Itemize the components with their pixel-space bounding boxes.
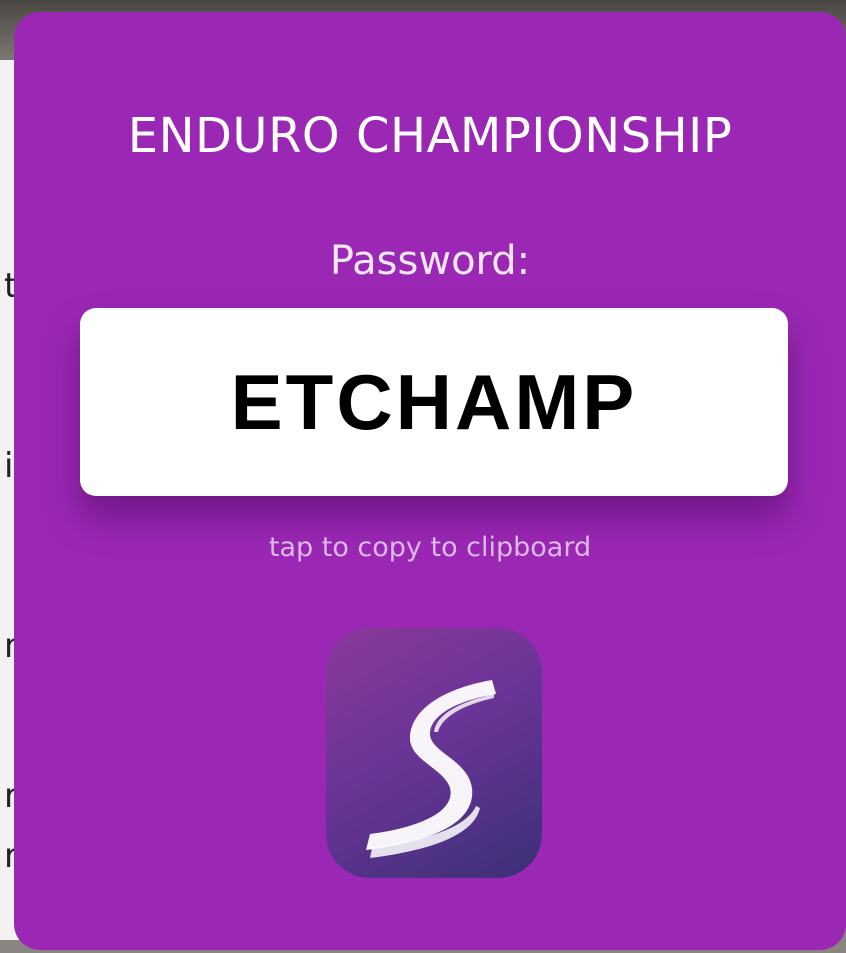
copy-hint-text: tap to copy to clipboard: [268, 532, 592, 563]
s-swoosh-icon: [366, 680, 496, 858]
password-copy-button[interactable]: ETCHAMP: [80, 308, 788, 496]
s-swoosh-app-icon: [326, 628, 542, 878]
background-text-fragment: i: [4, 446, 14, 486]
password-value: ETCHAMP: [230, 357, 638, 446]
password-label: Password:: [329, 238, 531, 284]
password-dialog-card: ENDURO CHAMPIONSHIP Password: ETCHAMP ta…: [14, 12, 846, 950]
dialog-title: ENDURO CHAMPIONSHIP: [127, 108, 733, 164]
